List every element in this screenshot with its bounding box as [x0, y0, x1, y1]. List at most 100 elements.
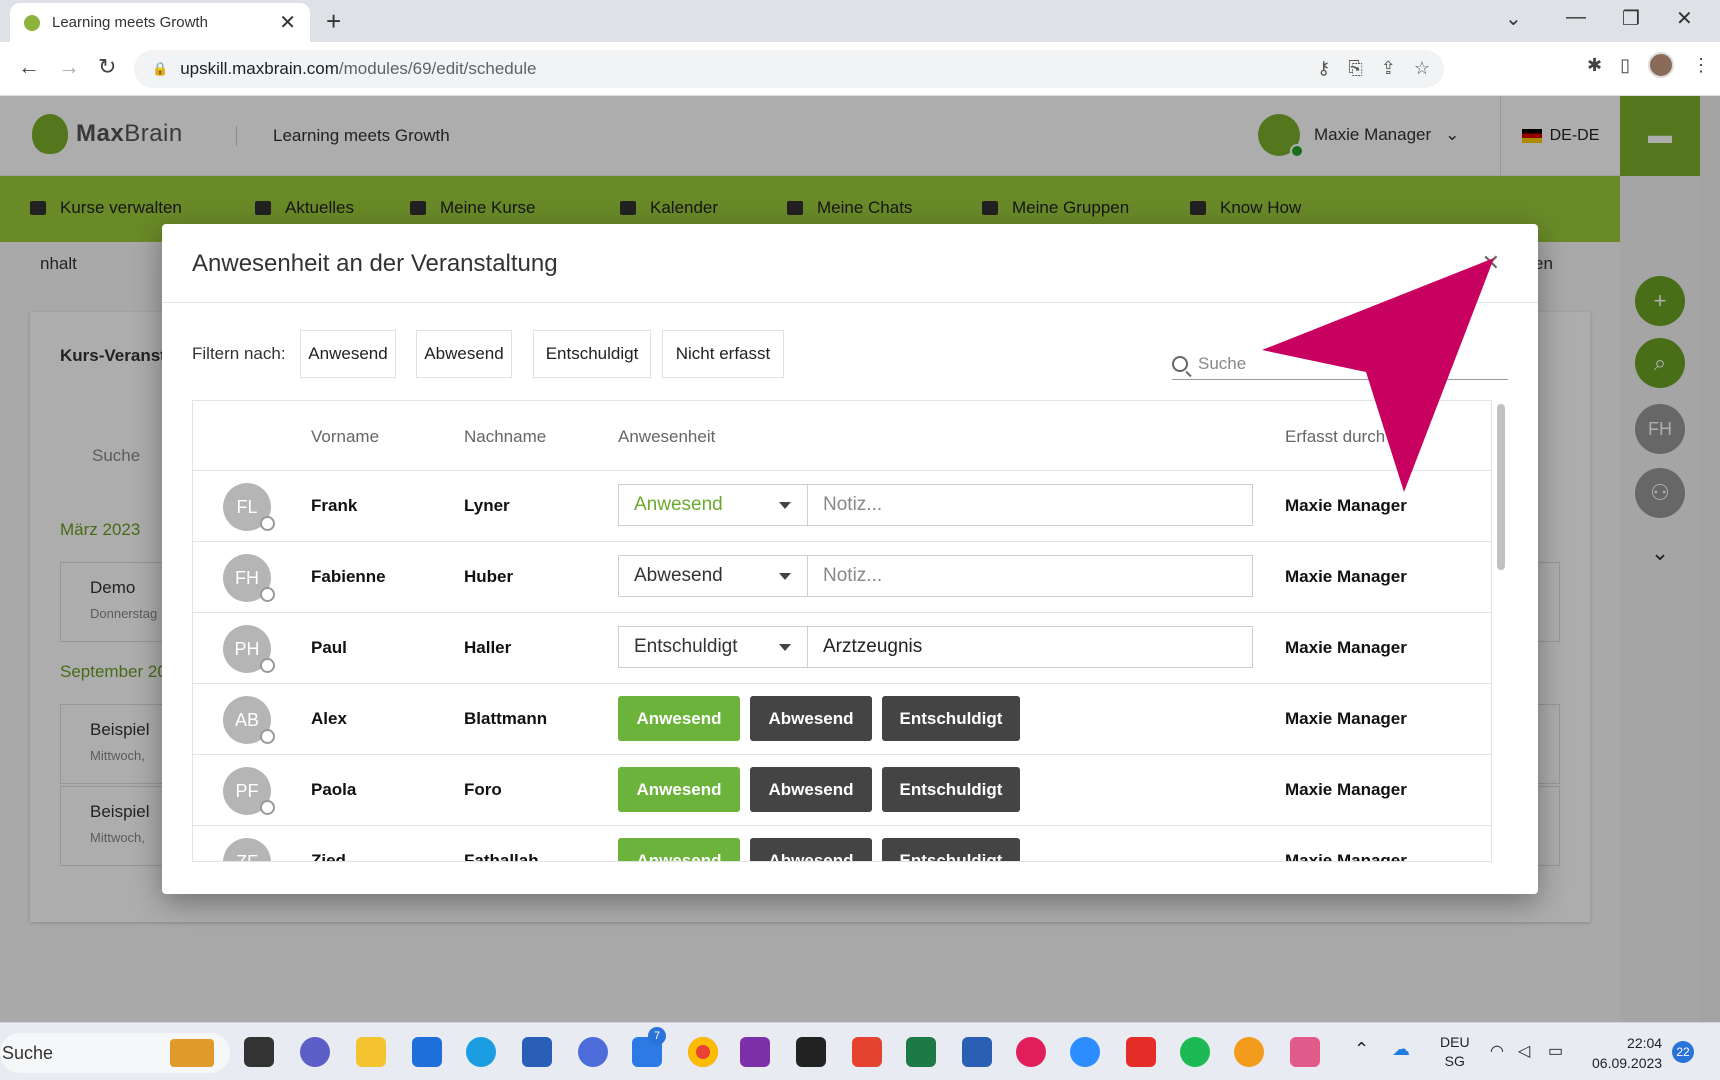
clock[interactable]: 22:04 06.09.2023	[1592, 1033, 1662, 1073]
mark-entschuldigt-button[interactable]: Entschuldigt	[882, 696, 1020, 741]
table-row: PF Paola Foro Anwesend Abwesend Entschul…	[193, 755, 1491, 826]
bookmark-star-icon[interactable]: ☆	[1414, 58, 1430, 79]
slack-icon[interactable]	[1016, 1037, 1046, 1067]
last-name: Huber	[464, 567, 514, 586]
forward-icon[interactable]: →	[58, 54, 80, 80]
attendance-select[interactable]: Anwesend	[618, 484, 808, 526]
caret-down-icon	[779, 502, 791, 509]
note-input[interactable]: Arztzeugnis	[807, 626, 1253, 668]
extensions-icon[interactable]: ✱	[1587, 55, 1602, 76]
affinity-icon[interactable]	[578, 1037, 608, 1067]
profile-avatar[interactable]	[1648, 52, 1674, 78]
word-icon[interactable]	[962, 1037, 992, 1067]
mark-abwesend-button[interactable]: Abwesend	[750, 838, 872, 861]
url-field[interactable]: 🔒 upskill.maxbrain.com /modules/69/edit/…	[134, 50, 1444, 88]
key-icon[interactable]: ⚷	[1317, 58, 1330, 79]
onedrive-icon[interactable]: ☁	[1392, 1039, 1410, 1060]
last-name: Lyner	[464, 496, 510, 515]
language-code: DEU	[1440, 1034, 1470, 1050]
battery-icon[interactable]: ▭	[1548, 1041, 1563, 1061]
filter-entschuldigt-button[interactable]: Entschuldigt	[533, 330, 651, 378]
chrome-icon[interactable]	[688, 1037, 718, 1067]
excel-icon[interactable]	[906, 1037, 936, 1067]
spotify-icon[interactable]	[1180, 1037, 1210, 1067]
address-bar: ← → ↻ 🔒 upskill.maxbrain.com /modules/69…	[0, 42, 1720, 96]
table-row: FH Fabienne Huber Abwesend Notiz... Maxi…	[193, 542, 1491, 613]
mark-anwesend-button[interactable]: Anwesend	[618, 696, 740, 741]
mark-anwesend-button[interactable]: Anwesend	[618, 767, 740, 812]
wifi-icon[interactable]: ◠	[1490, 1041, 1504, 1061]
teams-chat-icon[interactable]	[300, 1037, 330, 1067]
search-icon	[1172, 355, 1188, 372]
l-app-icon[interactable]	[412, 1037, 442, 1067]
mark-entschuldigt-button[interactable]: Entschuldigt	[882, 767, 1020, 812]
table-row: FL Frank Lyner Anwesend Notiz... Maxie M…	[193, 471, 1491, 542]
close-icon[interactable]: ✕	[1482, 250, 1500, 276]
mark-anwesend-button[interactable]: Anwesend	[618, 838, 740, 861]
file-explorer-icon[interactable]	[356, 1037, 386, 1067]
filter-label: Filtern nach:	[192, 344, 286, 363]
avatar: FH	[223, 554, 275, 602]
new-tab-icon[interactable]: +	[326, 6, 341, 37]
store-icon[interactable]	[522, 1037, 552, 1067]
attendee-search-input[interactable]: Suche	[1172, 348, 1508, 380]
close-tab-icon[interactable]: ✕	[279, 10, 296, 35]
snipping-tool-icon[interactable]	[1290, 1037, 1320, 1067]
table-row: AB Alex Blattmann Anwesend Abwesend Ents…	[193, 684, 1491, 755]
minimize-icon[interactable]: —	[1566, 6, 1586, 29]
side-panel-icon[interactable]: ▯	[1620, 55, 1630, 76]
first-name: Paola	[311, 780, 357, 799]
input-language[interactable]: DEU SG	[1440, 1033, 1470, 1071]
reload-icon[interactable]: ↻	[98, 54, 116, 80]
first-name: Alex	[311, 709, 347, 728]
tab-search-icon[interactable]: ⌄	[1505, 6, 1522, 31]
attendance-value: Abwesend	[634, 565, 723, 586]
close-window-icon[interactable]: ✕	[1676, 6, 1693, 31]
attendance-select[interactable]: Abwesend	[618, 555, 808, 597]
onenote-icon[interactable]	[740, 1037, 770, 1067]
filter-nicht-erfasst-button[interactable]: Nicht erfasst	[662, 330, 784, 378]
avatar: PF	[223, 767, 275, 815]
browser-tab[interactable]: Learning meets Growth ✕	[10, 3, 310, 42]
chevron-up-icon[interactable]: ⌃	[1354, 1039, 1369, 1060]
taskbar-search[interactable]: Suche	[0, 1033, 230, 1073]
figma-icon[interactable]	[796, 1037, 826, 1067]
mark-abwesend-button[interactable]: Abwesend	[750, 696, 872, 741]
todoist-icon[interactable]	[852, 1037, 882, 1067]
recorded-by: Maxie Manager	[1285, 851, 1407, 862]
notification-badge[interactable]: 22	[1672, 1041, 1694, 1063]
first-name: Zied	[311, 851, 346, 862]
column-nachname[interactable]: Nachname	[464, 427, 546, 447]
recorded-by: Maxie Manager	[1285, 567, 1407, 586]
table-scrollbar[interactable]	[1496, 402, 1506, 862]
attendance-select[interactable]: Entschuldigt	[618, 626, 808, 668]
task-view-icon[interactable]	[244, 1037, 274, 1067]
edge-icon[interactable]	[466, 1037, 496, 1067]
back-icon[interactable]: ←	[18, 54, 40, 80]
vpn-icon[interactable]	[1234, 1037, 1264, 1067]
restore-icon[interactable]: ❐	[1622, 6, 1640, 31]
avatar: PH	[223, 625, 275, 673]
scroll-thumb[interactable]	[1497, 404, 1505, 570]
note-input[interactable]: Notiz...	[807, 484, 1253, 526]
zoom-icon[interactable]	[1070, 1037, 1100, 1067]
share-icon[interactable]: ⇪	[1381, 58, 1396, 79]
avatar: AB	[223, 696, 275, 744]
table-row: PH Paul Haller Entschuldigt Arztzeugnis …	[193, 613, 1491, 684]
translate-icon[interactable]: ⎘	[1348, 58, 1362, 79]
lock-icon: 🔒	[152, 61, 169, 76]
volume-icon[interactable]: ◁	[1518, 1041, 1530, 1061]
note-input[interactable]: Notiz...	[807, 555, 1253, 597]
last-name: Haller	[464, 638, 512, 657]
caret-down-icon	[779, 573, 791, 580]
table-header: Vorname Nachname Anwesenheit Erfasst dur…	[193, 401, 1491, 471]
filter-abwesend-button[interactable]: Abwesend	[416, 330, 512, 378]
mark-entschuldigt-button[interactable]: Entschuldigt	[882, 838, 1020, 861]
b-app-icon[interactable]	[1126, 1037, 1156, 1067]
date: 06.09.2023	[1592, 1055, 1663, 1071]
url-path: /modules/69/edit/schedule	[338, 59, 537, 78]
mark-abwesend-button[interactable]: Abwesend	[750, 767, 872, 812]
column-vorname[interactable]: Vorname	[311, 427, 379, 447]
browser-menu-icon[interactable]: ⋮	[1692, 55, 1710, 76]
filter-anwesend-button[interactable]: Anwesend	[300, 330, 396, 378]
